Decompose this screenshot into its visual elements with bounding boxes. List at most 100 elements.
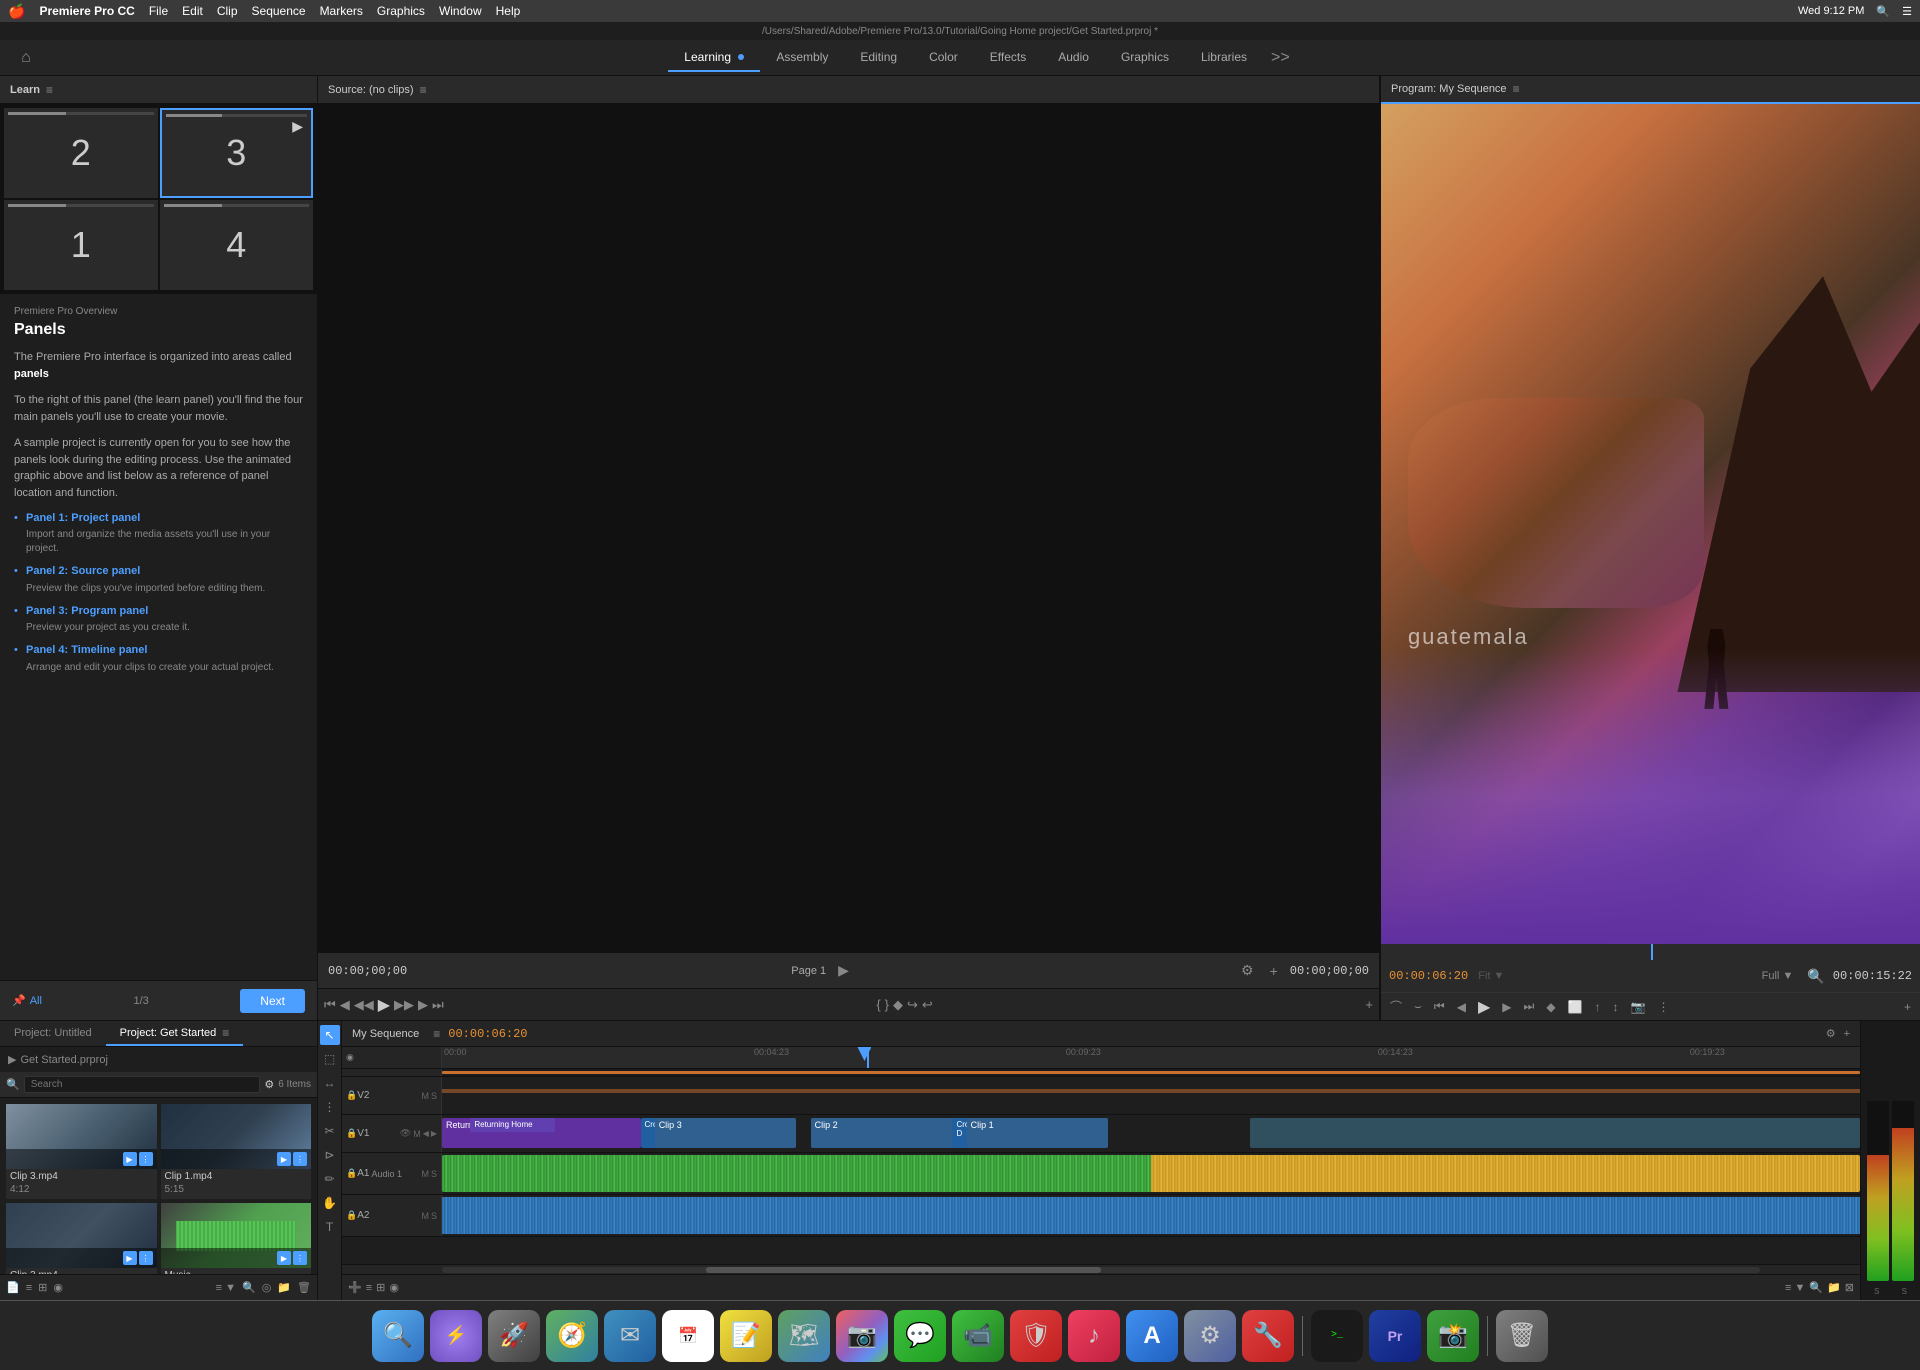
tl-folder-btn[interactable]: 📁 [1827, 1281, 1841, 1294]
track-a1-content[interactable] [442, 1153, 1860, 1194]
menu-clip[interactable]: Clip [217, 4, 238, 18]
source-play-next-btn[interactable]: ⏭ [432, 997, 444, 1013]
dock-safari[interactable]: 🧭 [546, 1310, 598, 1362]
dock-notes[interactable]: 📝 [720, 1310, 772, 1362]
track-v2-content[interactable] [442, 1077, 1860, 1114]
menu-burger-icon[interactable]: ☰ [1902, 5, 1912, 18]
source-step-fwd-btn[interactable]: ▶ [418, 997, 428, 1013]
source-mark-in-btn[interactable]: { [876, 997, 880, 1012]
prog-mark-in-btn[interactable]: ⌒ [1387, 996, 1405, 1017]
workspace-more-btn[interactable]: >> [1271, 49, 1290, 67]
tl-label-btn[interactable]: ≡ ▼ [1785, 1282, 1805, 1294]
source-mark-out-btn[interactable]: } [885, 997, 889, 1012]
project-item-clip2[interactable]: ▶ ⋮ Clip 2.mp4 12:14 [6, 1203, 157, 1274]
menu-graphics[interactable]: Graphics [377, 4, 425, 18]
music-btn2[interactable]: ⋮ [293, 1251, 307, 1265]
prog-btn-bar-btn[interactable]: ⋮ [1654, 998, 1672, 1016]
clip-clip1-long[interactable] [1250, 1118, 1860, 1148]
next-button[interactable]: Next [240, 989, 305, 1013]
dock-trash[interactable]: 🗑 [1496, 1310, 1548, 1362]
track-v2-toggle-btn[interactable]: M [421, 1091, 429, 1101]
prog-add-marker-btn[interactable]: ◆ [1543, 998, 1558, 1016]
tl-settings-btn[interactable]: ⚙ [1826, 1027, 1836, 1040]
source-page-next-btn[interactable]: ▶ [834, 960, 853, 981]
timeline-menu-icon[interactable]: ≡ [433, 1027, 440, 1041]
dock-adguard[interactable]: 🛡 [1010, 1310, 1062, 1362]
dock-system-prefs[interactable]: ⚙ [1184, 1310, 1236, 1362]
dock-mail[interactable]: ✉ [604, 1310, 656, 1362]
menu-search-icon[interactable]: 🔍 [1876, 5, 1890, 18]
tl-settings2-btn[interactable]: ⊞ [376, 1281, 385, 1294]
track-a1-lock-btn[interactable]: 🔒 [346, 1168, 357, 1179]
menu-file[interactable]: File [149, 4, 168, 18]
project-search-input[interactable] [24, 1076, 261, 1093]
menu-markers[interactable]: Markers [320, 4, 363, 18]
tutorial-thumb-2[interactable]: 2 [4, 108, 158, 198]
tl-more-btn[interactable]: + [1844, 1028, 1850, 1040]
source-step-back-btn[interactable]: ◀ [340, 997, 350, 1013]
track-a2-content[interactable] [442, 1195, 1860, 1236]
project-tab-menu-icon[interactable]: ≡ [222, 1026, 229, 1040]
tutorial-thumb-3[interactable]: 3 ▶ [160, 108, 314, 198]
tl-snap-btn[interactable]: ◉ [389, 1281, 399, 1294]
dock-music[interactable]: ♪ [1068, 1310, 1120, 1362]
tab-editing[interactable]: Editing [844, 44, 913, 72]
prog-goto-in-btn[interactable]: ⏮ [1431, 997, 1448, 1016]
source-add-btn[interactable]: + [1266, 961, 1282, 981]
tl-delete2-btn[interactable]: ⊠ [1845, 1281, 1854, 1294]
tl-scroll-track[interactable] [442, 1267, 1760, 1273]
proj-freeform-btn[interactable]: ◉ [53, 1281, 63, 1294]
tab-assembly[interactable]: Assembly [760, 44, 844, 72]
clip-clip3[interactable]: Clip 3 [655, 1118, 797, 1148]
prog-extract-btn[interactable]: ↕ [1610, 998, 1622, 1016]
clip-clip2[interactable]: Clip 2 [811, 1118, 967, 1148]
tool-nest[interactable]: ⬚ [320, 1049, 340, 1069]
project-item-clip1[interactable]: ▶ ⋮ Clip 1.mp4 5:15 [161, 1104, 312, 1199]
prog-deselect-btn[interactable]: ⬜ [1565, 998, 1586, 1016]
prog-play-btn[interactable]: ▶ [1475, 995, 1493, 1019]
track-v1-vol-btn[interactable]: ▶ [431, 1129, 437, 1138]
project-tab-get-started[interactable]: Project: Get Started ≡ [106, 1021, 244, 1046]
tool-rate[interactable]: ⋮ [320, 1097, 340, 1117]
tool-pen[interactable]: ✏ [320, 1169, 340, 1189]
all-button[interactable]: 📌 All [12, 994, 42, 1007]
menu-help[interactable]: Help [496, 4, 521, 18]
program-zoom-btn[interactable]: 🔍 [1803, 966, 1828, 987]
track-a1-m-btn[interactable]: M [421, 1169, 429, 1179]
dock-finder[interactable]: 🔍 [372, 1310, 424, 1362]
clip3-btn2[interactable]: ⋮ [139, 1152, 153, 1166]
tool-type[interactable]: T [320, 1217, 340, 1237]
source-play-back-btn[interactable]: ◀◀ [354, 997, 374, 1013]
source-play-btn[interactable]: ▶ [378, 995, 390, 1015]
dock-photos[interactable]: 📷 [836, 1310, 888, 1362]
dock-greenshot[interactable]: 📸 [1427, 1310, 1479, 1362]
source-add-track-btn[interactable]: + [1365, 997, 1373, 1012]
track-a2-s-btn[interactable]: S [431, 1211, 437, 1221]
tl-find-btn[interactable]: 🔍 [1809, 1281, 1823, 1294]
prog-mark-out-btn[interactable]: ⌣ [1411, 997, 1425, 1016]
tool-select[interactable]: ↖ [320, 1025, 340, 1045]
proj-find-btn[interactable]: ◎ [262, 1281, 272, 1294]
apple-icon[interactable]: 🍎 [8, 3, 25, 20]
clip2-btn2[interactable]: ⋮ [139, 1251, 153, 1265]
source-play-prev-btn[interactable]: ⏮ [324, 997, 336, 1013]
source-play-fwd-btn[interactable]: ▶▶ [394, 997, 414, 1013]
prog-step-back-btn[interactable]: ◀ [1454, 998, 1469, 1016]
track-a1-s-btn[interactable]: S [431, 1169, 437, 1179]
source-insert-btn[interactable]: ↪ [907, 997, 918, 1013]
folder-item[interactable]: ▶ Get Started.prproj [8, 1051, 309, 1068]
tutorial-thumb-4[interactable]: 4 [160, 200, 314, 290]
proj-search-btn[interactable]: 🔍 [242, 1281, 256, 1294]
clip-clip1-a[interactable]: Clip 1 [967, 1118, 1109, 1148]
tab-effects[interactable]: Effects [974, 44, 1042, 72]
tl-add-sequence-btn[interactable]: ➕ [348, 1281, 362, 1294]
track-v2-lock-btn[interactable]: 🔒 [346, 1090, 357, 1101]
project-tab-untitled[interactable]: Project: Untitled [0, 1021, 106, 1046]
track-v1-lock-btn[interactable]: 🔒 [346, 1128, 357, 1139]
source-overwrite-btn[interactable]: ↩ [922, 997, 933, 1013]
source-menu-icon[interactable]: ≡ [420, 83, 427, 97]
tab-learning[interactable]: Learning [668, 44, 760, 72]
track-v1-content[interactable]: Returning Home Returning Home Cross Di C… [442, 1115, 1860, 1152]
tab-audio[interactable]: Audio [1042, 44, 1105, 72]
tab-graphics[interactable]: Graphics [1105, 44, 1185, 72]
